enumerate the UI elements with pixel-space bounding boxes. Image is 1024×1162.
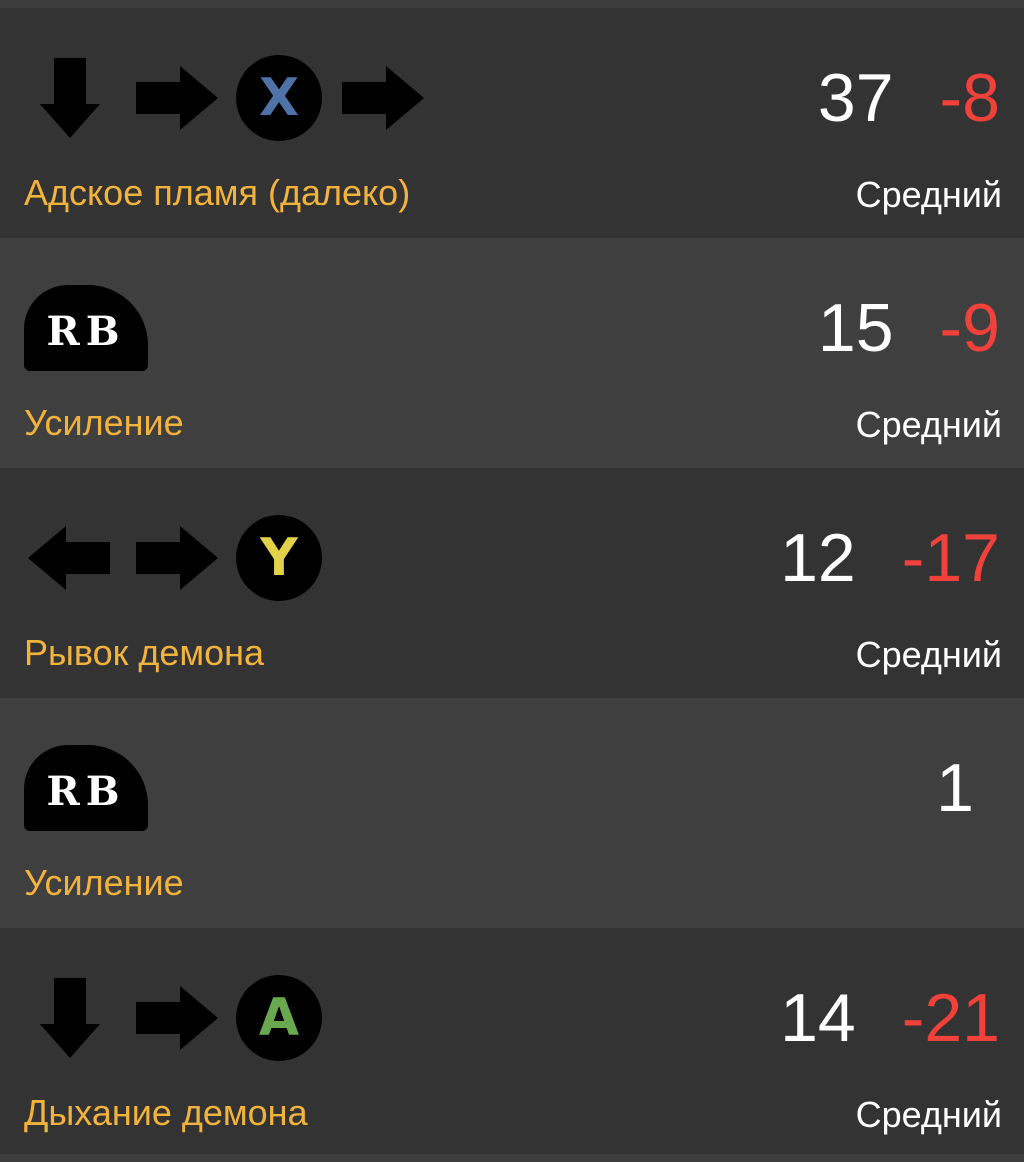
arrow-right-icon [130,972,222,1064]
move-name: Усиление [24,402,184,443]
startup-frames: 15 [817,290,894,366]
x-button-label: X [258,68,300,128]
recovery-frames: -21 [901,980,1000,1056]
recovery-frames: -9 [939,290,1000,366]
a-button-label: A [258,988,300,1048]
move-row[interactable]: RB 1 Усиление [0,698,1024,928]
arrow-down-icon [24,972,116,1064]
input-sequence: Y [24,512,322,604]
frame-data: 15 -9 [818,290,1000,366]
arrow-right-icon [336,52,428,144]
recovery-frames: -8 [939,60,1000,136]
input-sequence: X [24,52,428,144]
hit-level: Средний [855,1094,1002,1135]
move-row[interactable]: X 37 -8 Адское пламя (далеко) Средний [0,8,1024,238]
move-name: Рывок демона [24,632,265,673]
y-button-label: Y [260,528,298,588]
move-row[interactable]: RB 15 -9 Усиление Средний [0,238,1024,468]
hit-level: Средний [855,634,1002,675]
startup-frames: 1 [936,750,974,826]
frame-data: 12 -17 [780,520,1000,596]
arrow-left-icon [24,512,116,604]
top-divider [0,0,1024,8]
bottom-divider [0,1154,1024,1162]
input-sequence: A [24,972,322,1064]
input-sequence: RB [24,282,148,374]
move-list: X 37 -8 Адское пламя (далеко) Средний RB… [0,0,1024,1162]
move-name: Усиление [24,862,184,903]
a-button-icon: A [236,975,322,1061]
startup-frames: 12 [780,520,856,596]
arrow-down-icon [24,52,116,144]
move-name: Адское пламя (далеко) [24,172,411,213]
startup-frames: 37 [817,60,894,136]
frame-data: 14 -21 [780,980,1000,1056]
rb-bumper-icon: RB [24,285,148,371]
input-sequence: RB [24,742,148,834]
hit-level: Средний [855,174,1002,215]
y-button-icon: Y [236,515,322,601]
rb-bumper-icon: RB [24,745,148,831]
move-row[interactable]: A 14 -21 Дыхание демона Средний [0,928,1024,1158]
x-button-icon: X [236,55,322,141]
arrow-right-icon [130,52,222,144]
frame-data: 37 -8 [818,60,1000,136]
hit-level: Средний [855,404,1002,445]
move-name: Дыхание демона [24,1092,308,1133]
rb-button-label: RB [46,767,126,815]
frame-data: 1 [936,750,974,826]
arrow-right-icon [130,512,222,604]
rb-button-label: RB [46,307,126,355]
startup-frames: 14 [780,980,856,1056]
recovery-frames: -17 [901,520,1000,596]
move-row[interactable]: Y 12 -17 Рывок демона Средний [0,468,1024,698]
